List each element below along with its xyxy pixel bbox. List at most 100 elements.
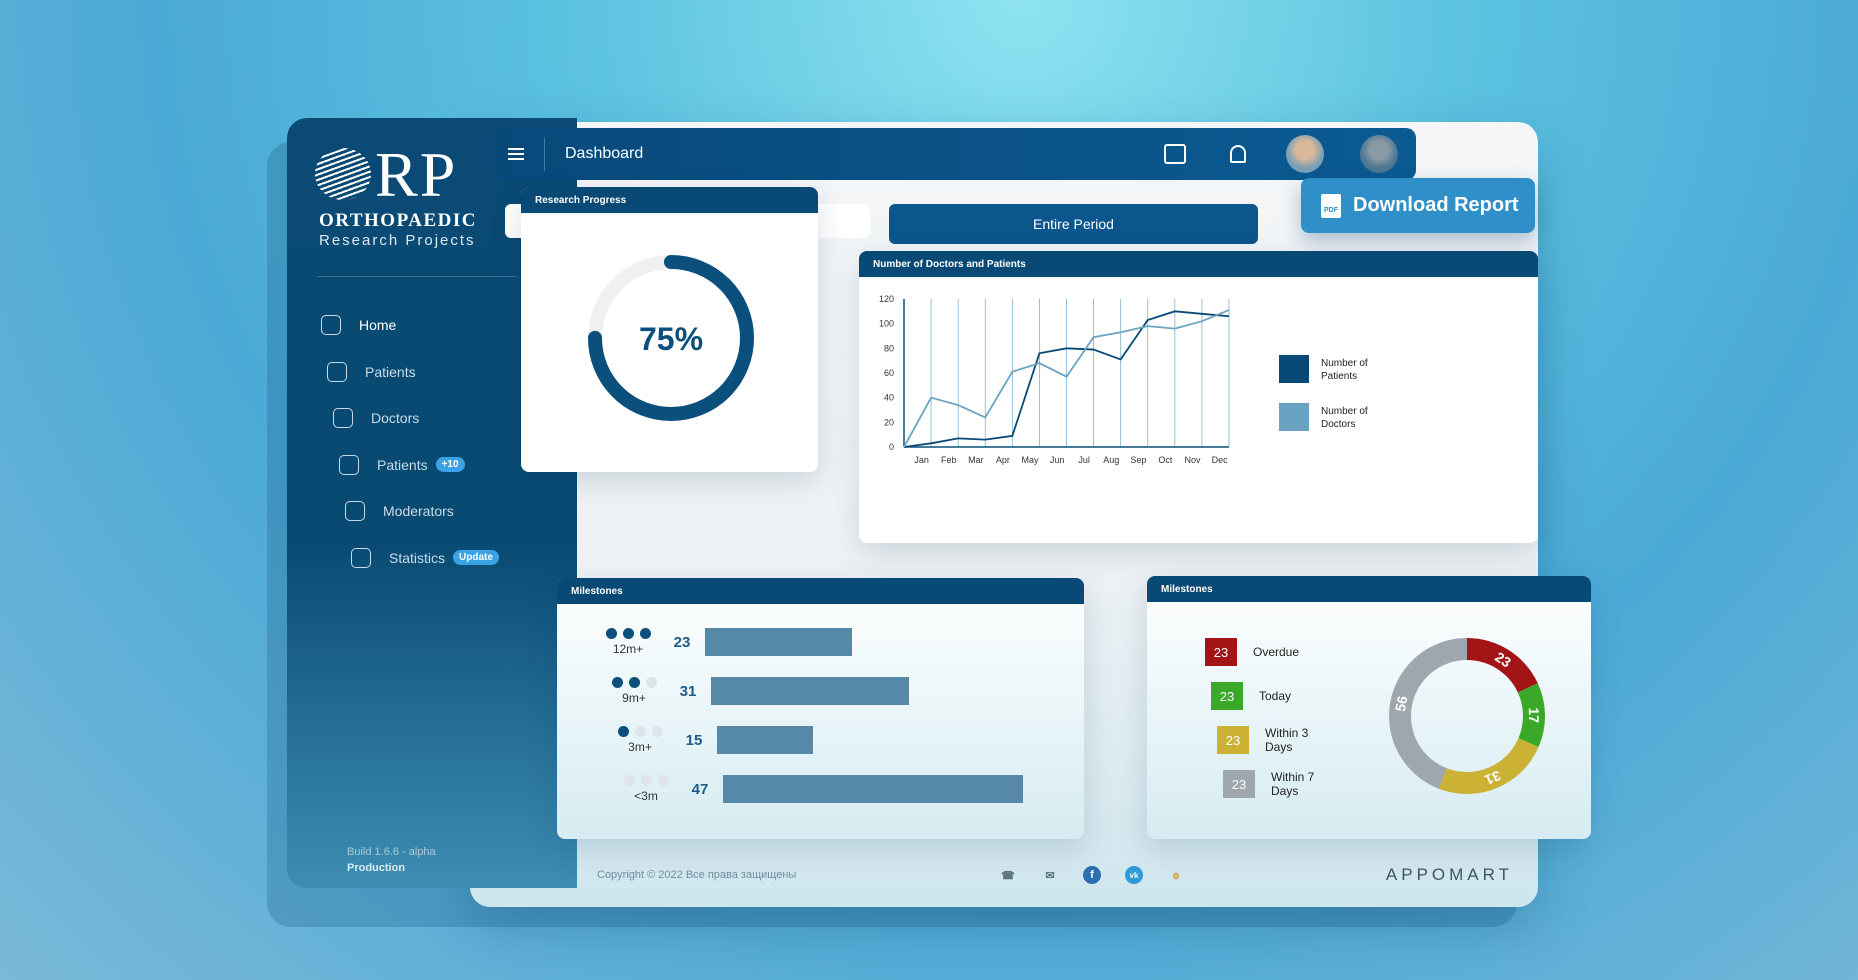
x-tick-label: Feb bbox=[941, 455, 957, 465]
legend-swatch: 23 bbox=[1211, 682, 1243, 710]
chat-icon[interactable] bbox=[1164, 144, 1186, 164]
legend-label-line1: Number of bbox=[1321, 406, 1368, 417]
bar-value: 23 bbox=[673, 633, 691, 651]
menu-icon[interactable] bbox=[508, 148, 524, 160]
brand-title: ORTHOPAEDIC bbox=[319, 210, 477, 231]
patient-icon bbox=[327, 361, 347, 382]
ok-icon[interactable]: ꙩ bbox=[1167, 866, 1185, 884]
progress-ring: 75% bbox=[588, 255, 754, 421]
card-title: Research Progress bbox=[521, 187, 818, 213]
dot-indicator bbox=[623, 775, 635, 786]
x-tick-label: Aug bbox=[1103, 455, 1119, 465]
age-label: 3m+ bbox=[628, 740, 652, 754]
sidebar-item-label: Home bbox=[359, 317, 397, 334]
vendor-logo: APPOMART bbox=[1385, 865, 1513, 884]
y-tick-label: 120 bbox=[879, 294, 894, 304]
build-env: Production bbox=[347, 862, 406, 874]
mail-icon[interactable]: ✉ bbox=[1041, 866, 1059, 884]
y-tick-label: 0 bbox=[889, 442, 894, 452]
legend-label: Overdue bbox=[1253, 645, 1300, 659]
milestone-row: 3m+ 15 bbox=[609, 726, 813, 754]
bar bbox=[711, 677, 909, 705]
chart-icon bbox=[351, 547, 371, 568]
age-indicator: 3m+ bbox=[609, 726, 671, 754]
age-indicator: 12m+ bbox=[597, 628, 659, 656]
footer: Copyright © 2022 Все права защищены ☎ ✉ … bbox=[577, 850, 1537, 900]
y-tick-label: 80 bbox=[884, 343, 894, 353]
facebook-icon[interactable]: f bbox=[1083, 866, 1101, 884]
legend-label: Within 3 Days bbox=[1265, 726, 1309, 754]
legend-swatch: 23 bbox=[1223, 770, 1255, 798]
y-tick-label: 20 bbox=[884, 417, 894, 427]
bell-icon[interactable] bbox=[1230, 145, 1246, 163]
top-header: Dashboard bbox=[492, 128, 1416, 180]
dot-indicator bbox=[634, 726, 646, 737]
download-report-button[interactable]: PDF Download Report bbox=[1301, 178, 1535, 233]
legend-item: 23 Within 3 Days bbox=[1217, 726, 1325, 754]
age-label: <3m bbox=[634, 789, 658, 803]
bar bbox=[723, 775, 1023, 803]
bar bbox=[717, 726, 813, 754]
age-indicator: <3m bbox=[615, 775, 677, 803]
card-title: Milestones bbox=[1147, 576, 1591, 602]
milestone-row: <3m 47 bbox=[615, 775, 1023, 803]
sidebar-item-home[interactable]: Home bbox=[321, 302, 551, 349]
slice-label: 56 bbox=[1392, 694, 1411, 712]
vk-icon[interactable]: vk bbox=[1125, 866, 1143, 884]
line-chart: 0 20 40 60 80 100 120 Jan Feb Mar Apr May Jun Jul Aug S… bbox=[879, 294, 1368, 465]
legend-swatch: 23 bbox=[1217, 726, 1249, 754]
bar bbox=[705, 628, 852, 656]
donut-chart: 23173156 bbox=[1389, 638, 1545, 794]
sidebar-item-statistics[interactable]: Statistics Update bbox=[321, 535, 551, 582]
legend-swatch: 23 bbox=[1205, 638, 1237, 666]
badge: Update bbox=[453, 550, 499, 566]
avatar[interactable] bbox=[1286, 135, 1324, 173]
x-tick-label: Jun bbox=[1050, 455, 1065, 465]
dot-indicator bbox=[645, 677, 657, 688]
badge: +10 bbox=[435, 457, 465, 473]
y-tick-label: 100 bbox=[879, 319, 894, 329]
sidebar-item-patients[interactable]: Patients +10 bbox=[321, 442, 551, 489]
sidebar-item-label: Moderators bbox=[383, 503, 454, 520]
legend-item: 23 Within 7 Days bbox=[1223, 770, 1331, 798]
sidebar-item-label: Statistics bbox=[389, 549, 446, 566]
legend-label-line2: Patients bbox=[1321, 371, 1357, 382]
x-tick-label: Apr bbox=[996, 455, 1010, 465]
milestones-donut-card: Milestones 23 Overdue 23 Today 23 Within 3 Da… bbox=[1147, 576, 1591, 839]
page-title: Dashboard bbox=[565, 145, 644, 162]
dot-indicator bbox=[639, 628, 651, 639]
x-tick-label: Dec bbox=[1212, 455, 1229, 465]
bar-value: 31 bbox=[679, 682, 697, 700]
donut-slice bbox=[1389, 638, 1467, 789]
legend-swatch bbox=[1279, 403, 1309, 431]
logo: RP bbox=[375, 139, 458, 210]
period-button[interactable]: Entire Period bbox=[889, 204, 1258, 244]
sidebar-item-moderators[interactable]: Moderators bbox=[321, 488, 551, 535]
logo-swirl-icon bbox=[315, 148, 371, 200]
x-tick-label: Jul bbox=[1078, 455, 1090, 465]
x-tick-label: Jan bbox=[914, 455, 929, 465]
dot-indicator bbox=[657, 775, 669, 786]
y-tick-label: 60 bbox=[884, 368, 894, 378]
dot-indicator bbox=[628, 677, 640, 688]
age-label: 12m+ bbox=[612, 642, 644, 656]
home-icon bbox=[321, 315, 341, 336]
bar-value: 47 bbox=[691, 780, 709, 798]
dot-indicator bbox=[651, 726, 663, 737]
sidebar-item-doctors[interactable]: Doctors bbox=[321, 395, 551, 442]
avatar[interactable] bbox=[1360, 135, 1398, 173]
x-tick-label: May bbox=[1021, 455, 1039, 465]
sidebar-item-patients[interactable]: Patients bbox=[321, 349, 551, 396]
doctors-icon bbox=[333, 408, 353, 429]
build-version: Build 1.6.6 - alpha bbox=[347, 846, 436, 858]
brand-subtitle: Research Projects bbox=[319, 232, 476, 249]
y-tick-label: 40 bbox=[884, 393, 894, 403]
bar-value: 15 bbox=[685, 731, 703, 749]
age-label: 9m+ bbox=[622, 691, 646, 705]
dot-indicator bbox=[611, 677, 623, 688]
dot-indicator bbox=[617, 726, 629, 737]
research-progress-card: Research Progress 75% bbox=[521, 187, 818, 472]
divider bbox=[544, 137, 545, 171]
phone-icon[interactable]: ☎ bbox=[999, 866, 1017, 884]
legend-label: Within 7 Days bbox=[1271, 770, 1315, 798]
